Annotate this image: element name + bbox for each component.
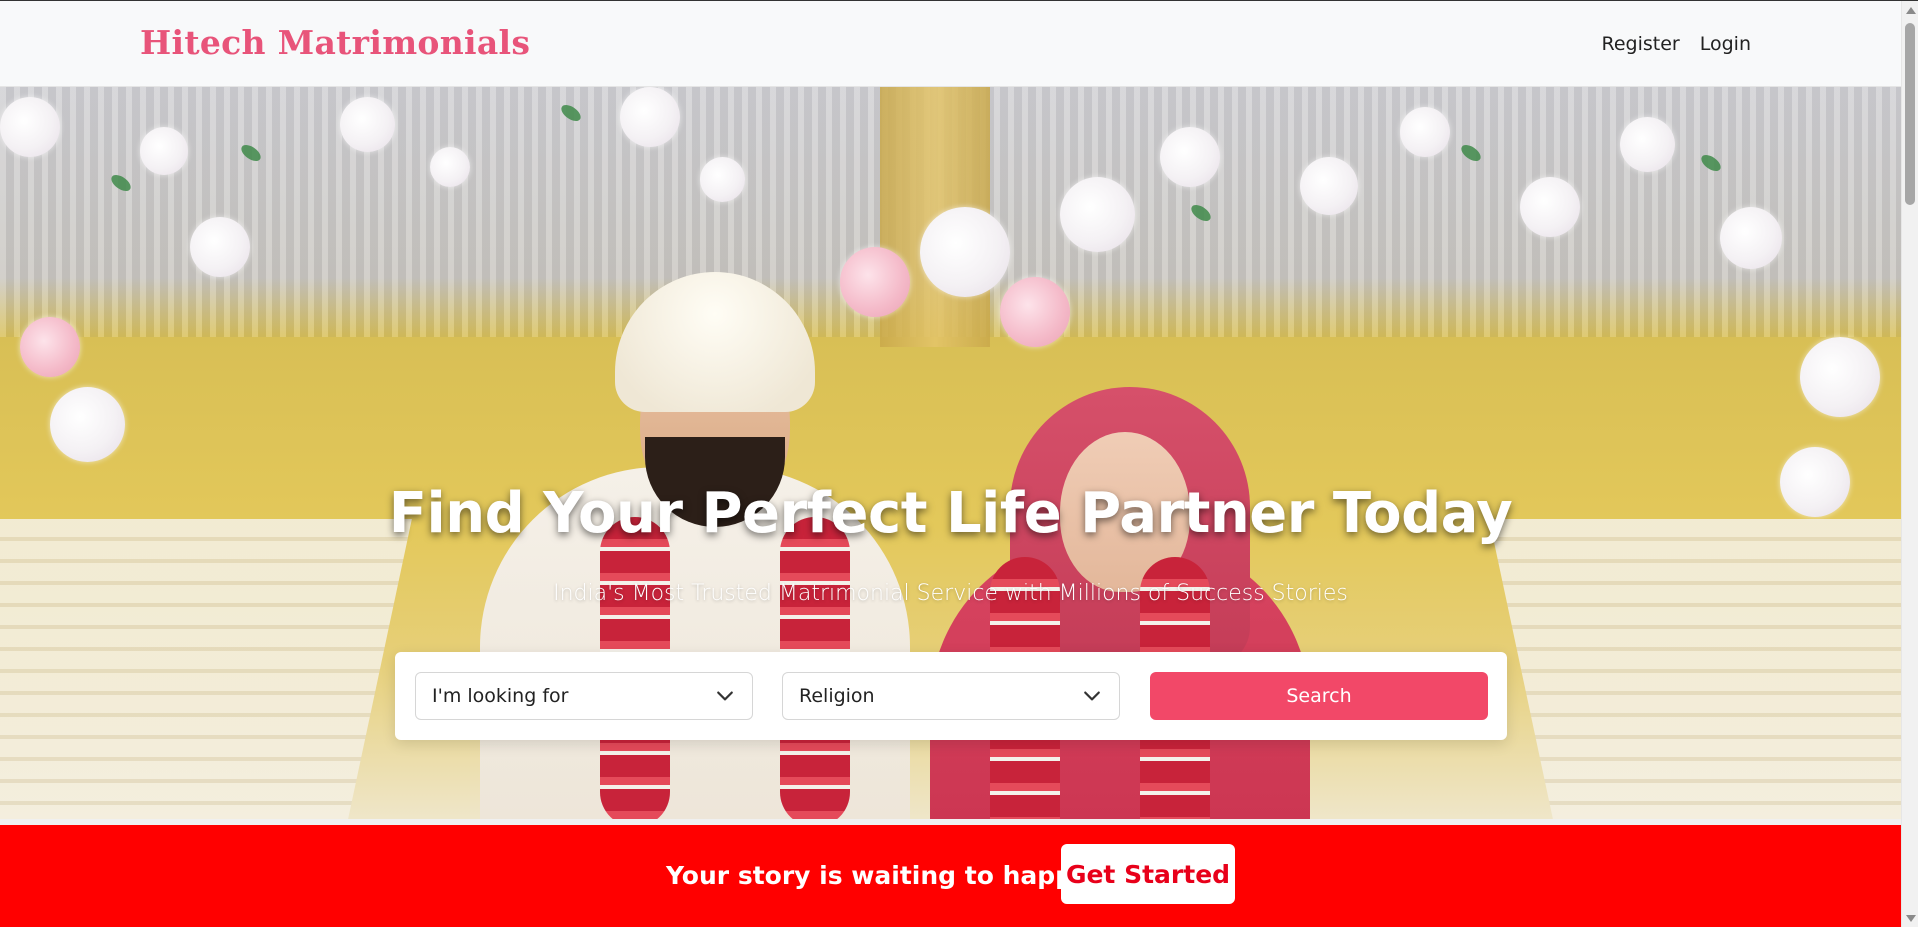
- chevron-down-icon: [1084, 691, 1100, 701]
- looking-for-select[interactable]: I'm looking for: [415, 672, 753, 720]
- flower-decor: [340, 97, 395, 152]
- vertical-scrollbar[interactable]: [1901, 1, 1918, 927]
- chevron-down-icon: [717, 691, 733, 701]
- flower-decor: [50, 387, 125, 462]
- stairs-decor: [1489, 519, 1901, 819]
- flower-decor: [620, 87, 680, 147]
- scroll-down-icon[interactable]: [1906, 915, 1916, 922]
- flower-decor: [1520, 177, 1580, 237]
- flower-decor: [1800, 337, 1880, 417]
- religion-value: Religion: [799, 685, 875, 707]
- flower-decor: [1160, 127, 1220, 187]
- cta-text: Your story is waiting to happen!: [666, 861, 1120, 890]
- flower-decor: [1300, 157, 1358, 215]
- flower-decor: [1720, 207, 1782, 269]
- stairs-decor: [0, 519, 412, 819]
- flower-decor: [140, 127, 188, 175]
- search-card: I'm looking for Religion Search: [395, 652, 1507, 740]
- flower-decor: [700, 157, 745, 202]
- religion-select[interactable]: Religion: [782, 672, 1120, 720]
- hero-section: Find Your Perfect Life Partner Today Ind…: [0, 87, 1901, 819]
- flower-decor: [840, 247, 910, 317]
- flower-decor: [1000, 277, 1070, 347]
- navbar: Hitech Matrimonials Register Login: [0, 1, 1901, 87]
- flower-decor: [1620, 117, 1675, 172]
- get-started-button[interactable]: Get Started: [1061, 844, 1235, 904]
- scroll-up-icon[interactable]: [1906, 7, 1916, 14]
- looking-for-value: I'm looking for: [432, 685, 569, 707]
- login-link[interactable]: Login: [1700, 33, 1751, 55]
- register-link[interactable]: Register: [1602, 33, 1680, 55]
- cta-bar: Your story is waiting to happen! Get Sta…: [0, 825, 1901, 927]
- hero-subtitle: India's Most Trusted Matrimonial Service…: [553, 581, 1348, 606]
- flower-decor: [190, 217, 250, 277]
- flower-decor: [0, 97, 60, 157]
- flower-decor: [1060, 177, 1135, 252]
- hero-title: Find Your Perfect Life Partner Today: [388, 481, 1513, 546]
- nav-links: Register Login: [1602, 33, 1752, 55]
- search-button[interactable]: Search: [1150, 672, 1488, 720]
- scroll-thumb[interactable]: [1905, 23, 1915, 205]
- flower-decor: [20, 317, 80, 377]
- flower-decor: [430, 147, 470, 187]
- flower-decor: [920, 207, 1010, 297]
- flower-decor: [1400, 107, 1450, 157]
- brand-logo[interactable]: Hitech Matrimonials: [140, 23, 530, 62]
